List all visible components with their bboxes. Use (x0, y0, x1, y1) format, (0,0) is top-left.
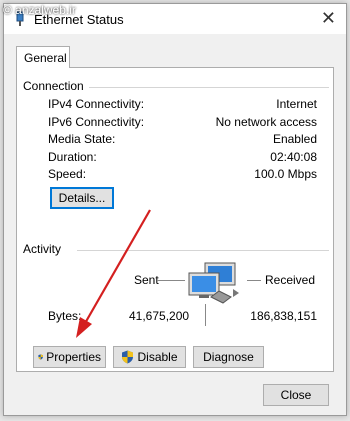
watermark: © anzalweb.ir (3, 3, 76, 17)
close-window-icon[interactable]: ✕ (321, 8, 336, 29)
uac-shield-icon (38, 354, 43, 360)
diagnose-button[interactable]: Diagnose (193, 346, 264, 368)
duration-value: 02:40:08 (270, 150, 317, 164)
bytes-received-value: 186,838,151 (250, 309, 317, 323)
speed-value: 100.0 Mbps (254, 167, 317, 181)
ipv6-label: IPv6 Connectivity: (48, 115, 145, 129)
ipv6-value: No network access (215, 115, 317, 129)
received-line (247, 280, 261, 281)
ipv4-label: IPv4 Connectivity: (48, 97, 145, 111)
general-panel: Connection IPv4 Connectivity: Internet I… (16, 67, 334, 372)
duration-label: Duration: (48, 150, 97, 164)
bytes-divider (205, 304, 206, 326)
disable-label: Disable (137, 350, 178, 364)
speed-label: Speed: (48, 167, 87, 181)
connection-divider (89, 87, 329, 88)
annotation-arrow (76, 209, 151, 338)
connection-heading: Connection (23, 79, 88, 93)
ipv4-value: Internet (276, 97, 317, 111)
disable-button[interactable]: Disable (113, 346, 186, 368)
properties-label: Properties (46, 350, 101, 364)
tab-general[interactable]: General (16, 46, 70, 68)
ethernet-status-window: Ethernet Status ✕ General Connection IPv… (3, 3, 347, 416)
network-computers-icon (188, 262, 239, 304)
close-button[interactable]: Close (263, 384, 329, 406)
media-state-value: Enabled (272, 132, 317, 146)
received-label: Received (265, 273, 316, 287)
properties-button[interactable]: Properties (33, 346, 106, 368)
uac-shield-icon (122, 350, 134, 364)
sent-line (157, 280, 185, 281)
activity-heading: Activity (23, 242, 66, 256)
media-state-label: Media State: (48, 132, 116, 146)
